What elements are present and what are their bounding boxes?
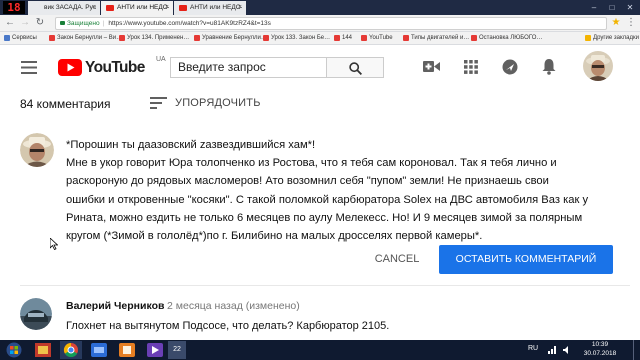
comment-draft-text[interactable]: *Порошин ты даазовский zазвездившийся ха… [66, 136, 626, 245]
bookmark-engine-types[interactable]: Типы двигателей и… [402, 32, 469, 44]
taskbar-app-icon[interactable] [88, 341, 110, 359]
bookmarks-bar: Сервисы Закон Бернулли – Ви… Урок 134. П… [0, 32, 640, 45]
bookmark-144[interactable]: 144 [333, 32, 352, 44]
network-icon[interactable] [548, 346, 557, 354]
user-avatar[interactable] [583, 51, 613, 81]
create-video-icon[interactable] [423, 60, 440, 73]
youtube-masthead: YouTube UA Введите запрос [0, 45, 640, 90]
tab-zasada[interactable]: вик ЗАСАДА. Русск… × [28, 1, 100, 15]
show-desktop-button[interactable] [633, 340, 640, 360]
tab-title: АНТИ или НЕДО-ремо… [117, 4, 169, 11]
youtube-wordmark: YouTube [85, 59, 145, 76]
windows-start-icon[interactable] [6, 342, 22, 358]
youtube-favicon-icon [106, 5, 114, 11]
sort-icon[interactable] [150, 97, 167, 109]
bookmark-bernoulli-law[interactable]: Закон Бернулли – Ви… [48, 32, 122, 44]
draft-line: *Порошин ты даазовский zазвездившийся ха… [66, 139, 316, 151]
reload-icon[interactable]: ↻ [35, 18, 45, 28]
forward-icon[interactable]: → [20, 18, 30, 28]
comment-text: Глохнет на вытянутом Подсосе, что делать… [66, 320, 390, 332]
search-icon [349, 62, 362, 75]
messages-icon[interactable] [502, 59, 518, 75]
bookmark-bernoulli-equation[interactable]: Уравнение Бернулли… [193, 32, 267, 44]
back-icon[interactable]: ← [5, 18, 15, 28]
tab-close-icon[interactable]: × [238, 1, 242, 15]
comment-count: 84 комментария [20, 97, 111, 111]
taskbar-app-icon[interactable] [32, 341, 54, 359]
comment-timestamp[interactable]: 2 месяца назад (изменено) [167, 300, 300, 312]
minimize-icon[interactable]: – [586, 2, 602, 13]
address-bar[interactable]: Защищено | https://www.youtube.com/watch?v… [55, 17, 607, 30]
address-separator: | [102, 20, 105, 27]
browser-toolbar: ← → ↻ Защищено | https://www.youtube.com/w… [0, 15, 640, 32]
draft-line: Мне в укор говорит Юра толопченко из Рос… [66, 157, 557, 170]
taskbar-app-icon[interactable] [116, 341, 138, 359]
url-text: https://www.youtube.com/watch?v=u81AK9tz… [108, 20, 271, 27]
maximize-icon[interactable]: □ [604, 2, 620, 13]
draft-line: ошибки и откровенные "косяки". С такой п… [66, 193, 589, 206]
clock-date[interactable]: 30.07.2018 [578, 350, 622, 357]
search-button[interactable] [326, 57, 384, 78]
taskbar: 22 RU 10:39 30.07.2018 [0, 340, 640, 360]
clock-time[interactable]: 10:39 [578, 341, 622, 348]
divider [20, 285, 630, 286]
bookmark-stop-any[interactable]: Остановка ЛЮБОГО… [470, 32, 542, 44]
browser-menu-icon[interactable]: ⋮ [626, 18, 636, 28]
tab-strip: 18 вик ЗАСАДА. Русск… × АНТИ или НЕДО-ре… [0, 0, 640, 15]
chrome-taskbar-icon[interactable] [60, 341, 82, 359]
commenter-avatar [20, 133, 54, 167]
bookmark-lesson-134[interactable]: Урок 134. Применен… [118, 32, 189, 44]
notifications-bell-icon[interactable] [542, 58, 556, 75]
draft-line: раскороную до рядовых масломеров! Ато во… [66, 175, 549, 188]
comment-author-avatar[interactable] [20, 298, 52, 330]
submit-comment-button[interactable]: ОСТАВИТЬ КОММЕНТАРИЙ [439, 245, 613, 274]
youtube-play-icon [58, 59, 82, 76]
tab-close-icon[interactable]: × [92, 1, 96, 15]
bookmark-lesson-133[interactable]: Урок 133. Закон Бе… [262, 32, 330, 44]
hamburger-menu-icon[interactable] [21, 61, 37, 74]
secure-label: Защищено [67, 20, 100, 27]
tab-title: вик ЗАСАДА. Русск… [44, 4, 96, 11]
tab-close-icon[interactable]: × [165, 1, 169, 15]
draft-line: Рината, можно ездить не только 6 месяцев… [66, 211, 583, 224]
comment-author[interactable]: Валерий Черников [66, 300, 164, 312]
region-code: UA [156, 56, 166, 63]
sort-button[interactable]: УПОРЯДОЧИТЬ [175, 97, 261, 109]
input-language[interactable]: RU [528, 345, 538, 352]
draft-line: кругом (*Зимой в гололёд*)по г. Билибино… [66, 230, 483, 243]
recording-counter-badge: 18 [3, 1, 25, 14]
taskbar-badge[interactable]: 22 [168, 341, 186, 359]
tab-active-anti[interactable]: АНТИ или НЕДО-ремо… × [101, 1, 173, 15]
bookmark-youtube[interactable]: YouTube [360, 32, 393, 44]
apps-grid-icon[interactable] [464, 60, 478, 74]
youtube-favicon-icon [179, 5, 187, 11]
close-window-icon[interactable]: ✕ [622, 2, 638, 13]
mouse-cursor-icon [50, 238, 58, 250]
volume-icon[interactable] [563, 346, 572, 354]
bookmark-other-folder[interactable]: Другие закладки [584, 32, 639, 44]
bookmark-star-icon[interactable]: ★ [611, 18, 621, 28]
tab-anti[interactable]: АНТИ или НЕДО-ремо… × [174, 1, 246, 15]
bookmark-apps[interactable]: Сервисы [3, 32, 37, 44]
tab-title: АНТИ или НЕДО-ремо… [190, 4, 242, 11]
lock-icon [60, 21, 65, 26]
taskbar-app-icon[interactable] [144, 341, 166, 359]
search-input[interactable]: Введите запрос [170, 57, 326, 78]
cancel-button[interactable]: CANCEL [368, 246, 426, 273]
